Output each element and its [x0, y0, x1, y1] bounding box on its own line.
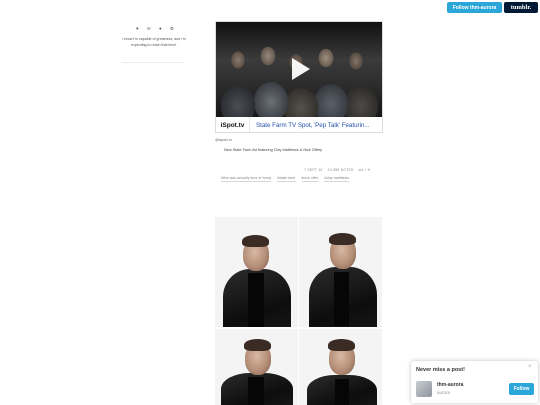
tag-link[interactable]: #nick offer [301, 176, 319, 182]
photo-shirt [248, 377, 264, 405]
photo-hair [244, 339, 271, 351]
photoset-image[interactable] [299, 217, 382, 327]
photo-hair [242, 235, 269, 247]
tag-link[interactable]: #state farm [277, 176, 296, 182]
blog-description: i know i'm capable of greatness, and i'm… [122, 37, 186, 47]
avatar[interactable] [416, 381, 432, 397]
video-title-link[interactable]: State Farm TV Spot, 'Pep Talk' Featurin.… [250, 122, 370, 129]
popup-follow-button[interactable]: Follow [509, 383, 534, 395]
mail-icon[interactable]: ✉ [147, 26, 151, 32]
popup-blog-name[interactable]: thm-aurora [437, 382, 463, 388]
photoset-image[interactable] [299, 329, 382, 405]
popup-blog-title: aurora [437, 390, 451, 395]
post-reblog-source[interactable]: via / ⟲ [359, 168, 371, 172]
post-meta: 7 SEPT 16 24,585 NOTES via / ⟲ [304, 168, 370, 172]
photo-shirt [248, 273, 264, 327]
sidebar-divider [122, 62, 184, 63]
photo-hair [328, 339, 355, 351]
photo-shirt [334, 272, 349, 326]
sidebar-icon-row: ♥ ✉ ● ⚙ [136, 25, 174, 33]
post-date[interactable]: 7 SEPT 16 [304, 168, 323, 172]
play-icon[interactable] [292, 58, 310, 80]
tag-link[interactable]: #clay matthews [324, 176, 350, 182]
video-embed[interactable]: iSpot.tv State Farm TV Spot, 'Pep Talk' … [215, 21, 383, 133]
tumblr-logo[interactable]: tumblr. [504, 2, 538, 13]
video-thumbnail[interactable] [216, 22, 382, 117]
photoset-image[interactable] [215, 217, 298, 327]
photo-shirt [335, 379, 349, 405]
close-icon[interactable]: × [528, 364, 532, 370]
photoset-image[interactable] [215, 329, 298, 405]
post-source-link[interactable]: @ispotv-tv [215, 138, 232, 142]
follow-blog-button[interactable]: Follow thm-aurora [447, 2, 502, 13]
ispot-logo: iSpot.tv [216, 117, 250, 132]
heart-icon[interactable]: ♥ [136, 26, 139, 32]
follow-prompt-popup: Never miss a post! × thm-aurora aurora F… [411, 361, 538, 403]
user-icon[interactable]: ● [159, 26, 162, 32]
post-caption: New State Farm Ad featuring Clay Matthew… [224, 148, 323, 152]
tag-link[interactable]: #this was actually kind of funny [221, 176, 272, 182]
post-notes[interactable]: 24,585 NOTES [328, 168, 354, 172]
settings-icon[interactable]: ⚙ [170, 26, 174, 32]
video-info-bar[interactable]: iSpot.tv State Farm TV Spot, 'Pep Talk' … [216, 117, 382, 132]
photo-hair [329, 233, 356, 245]
popup-title: Never miss a post! [416, 367, 465, 373]
post-tags: #this was actually kind of funny #state … [221, 176, 350, 182]
